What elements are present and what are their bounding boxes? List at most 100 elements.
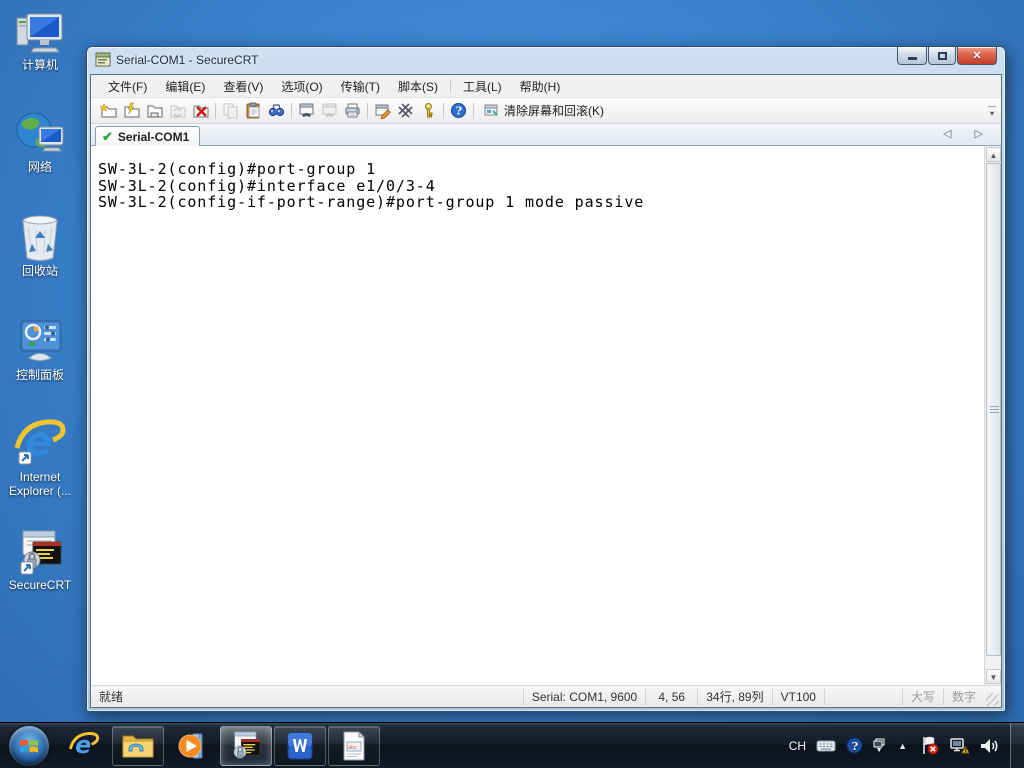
menu-options[interactable]: 选项(O) [272, 75, 331, 98]
internet-explorer-icon: e [2, 419, 78, 468]
securecrt-icon [233, 731, 261, 758]
show-hidden-icons-button[interactable]: ▲ [898, 741, 907, 751]
clear-screen-label: 清除屏幕和回滚(K) [504, 104, 604, 118]
scrollbar-thumb[interactable] [986, 163, 1001, 656]
status-spacer [823, 688, 902, 705]
window-title: Serial-COM1 - SecureCRT [116, 53, 259, 67]
taskbar-item-windows-explorer[interactable] [112, 725, 164, 766]
taskbar-item-internet-explorer[interactable]: e [58, 726, 110, 766]
vertical-scrollbar[interactable]: ▲ ▼ [984, 146, 1001, 685]
scrollbar-grip [990, 405, 999, 413]
taskbar-item-media-player[interactable] [166, 726, 218, 766]
status-num-lock: 数字 [942, 688, 984, 705]
start-button[interactable] [9, 725, 49, 766]
toolbar-separator [367, 102, 368, 119]
volume-icon[interactable] [979, 737, 999, 755]
find-icon[interactable] [265, 100, 288, 122]
menu-separator [449, 79, 451, 93]
terminal-line: SW-3L-2(config)#port-group 1 [98, 160, 377, 178]
copy-icon[interactable] [219, 100, 242, 122]
window-app-icon [95, 52, 111, 67]
menu-view[interactable]: 查看(V) [214, 75, 272, 98]
connected-check-icon: ✔ [102, 128, 113, 144]
connect-icon[interactable] [120, 100, 143, 122]
desktop-icon-label: 控制面板 [15, 368, 64, 382]
svg-text:abc: abc [348, 745, 357, 751]
recycle-bin-icon [2, 214, 78, 262]
menu-tools[interactable]: 工具(L) [454, 75, 511, 98]
ime-help-icon[interactable]: ? [846, 737, 863, 754]
terminal-line: SW-3L-2(config-if-port-range)#port-group… [98, 193, 645, 211]
taskbar-item-word[interactable] [274, 725, 326, 766]
disconnect-icon[interactable] [189, 100, 212, 122]
tab-label: Serial-COM1 [117, 129, 190, 144]
window-phone-icon[interactable] [295, 100, 318, 122]
status-caps-lock: 大写 [901, 688, 943, 705]
menu-transfer[interactable]: 传输(T) [332, 75, 389, 98]
media-player-icon [178, 733, 203, 758]
network-icon [2, 110, 78, 158]
terminal-area[interactable]: SW-3L-2(config)#port-group 1 SW-3L-2(conf… [91, 146, 1001, 685]
ime-options-icon[interactable]: ▼ [873, 738, 885, 754]
desktop-icon-label: SecureCRT [8, 578, 72, 592]
network-status-icon[interactable]: ! [949, 737, 969, 755]
global-options-icon[interactable] [394, 100, 417, 122]
action-center-flag-icon[interactable] [920, 736, 939, 755]
tab-bar: ✔ Serial-COM1 ◁ ▷ [91, 124, 1001, 146]
scroll-down-arrow[interactable]: ▼ [986, 669, 1001, 684]
window-phone-disabled-icon[interactable] [318, 100, 341, 122]
word-icon [287, 732, 313, 759]
clear-screen-icon [484, 104, 498, 116]
paste-icon[interactable] [242, 100, 265, 122]
desktop-icon-securecrt[interactable]: SecureCRT [2, 528, 78, 592]
status-rows-cols: 34行, 89列 [697, 688, 771, 705]
scroll-up-arrow[interactable]: ▲ [986, 147, 1001, 162]
keyboard-layout-icon[interactable] [816, 739, 836, 753]
status-cursor-position: 4, 56 [645, 688, 697, 705]
securecrt-icon [2, 528, 78, 576]
terminal-line: SW-3L-2(config)#interface e1/0/3-4 [98, 176, 436, 195]
desktop-icon-label: 回收站 [21, 264, 58, 278]
desktop-icon-internet-explorer[interactable]: e Internet Explorer (... [2, 419, 78, 498]
securecrt-window: Serial-COM1 - SecureCRT ✕ 文件(F) 编辑(E) 查看… [86, 46, 1006, 712]
show-desktop-button[interactable] [1010, 723, 1024, 768]
maximize-button[interactable] [928, 47, 956, 65]
clear-screen-button[interactable]: 清除屏幕和回滚(K) [477, 100, 610, 122]
status-serial: Serial: COM1, 9600 [522, 688, 645, 705]
help-icon[interactable]: ? [447, 100, 470, 122]
desktop-background: 计算机 网络 回收站 控制面板 e Internet Explorer (...… [0, 0, 1024, 768]
desktop-icon-network[interactable]: 网络 [2, 110, 78, 174]
printer-icon[interactable] [341, 100, 364, 122]
resize-grip[interactable] [986, 692, 999, 706]
reconnect-icon[interactable] [166, 100, 189, 122]
menu-help[interactable]: 帮助(H) [511, 75, 570, 98]
quick-connect-icon[interactable] [97, 100, 120, 122]
internet-explorer-icon: e [68, 731, 100, 759]
window-titlebar[interactable]: Serial-COM1 - SecureCRT ✕ [87, 47, 1005, 73]
window-body: 文件(F) 编辑(E) 查看(V) 选项(O) 传输(T) 脚本(S) 工具(L… [90, 74, 1002, 708]
status-ready: 就绪 [99, 689, 124, 704]
notepad-icon: abc [343, 730, 366, 760]
menu-bar: 文件(F) 编辑(E) 查看(V) 选项(O) 传输(T) 脚本(S) 工具(L… [91, 75, 1001, 98]
tab-serial-com1[interactable]: ✔ Serial-COM1 [95, 126, 201, 146]
windows-logo-icon [20, 739, 38, 753]
desktop-icon-computer[interactable]: 计算机 [2, 8, 78, 72]
close-button[interactable]: ✕ [957, 47, 997, 65]
minimize-button[interactable] [897, 47, 927, 65]
key-icon[interactable] [417, 100, 440, 122]
connect-in-tab-icon[interactable] [143, 100, 166, 122]
menu-script[interactable]: 脚本(S) [389, 75, 447, 98]
taskbar-item-notepad[interactable]: abc [328, 725, 380, 766]
menu-edit[interactable]: 编辑(E) [156, 75, 214, 98]
desktop-icon-control-panel[interactable]: 控制面板 [2, 318, 78, 382]
status-bar: 就绪 Serial: COM1, 9600 4, 56 34行, 89列 VT1… [91, 685, 1001, 707]
menu-file[interactable]: 文件(F) [99, 75, 156, 98]
session-options-icon[interactable] [371, 100, 394, 122]
toolbar-overflow-chevron[interactable]: — ▾ [986, 103, 998, 118]
taskbar-item-securecrt[interactable] [220, 725, 272, 766]
tab-scroll-arrows[interactable]: ◁ ▷ [943, 127, 993, 140]
language-indicator[interactable]: CH [789, 739, 806, 753]
desktop-icon-label: 计算机 [21, 58, 58, 72]
svg-text:?: ? [456, 105, 462, 118]
desktop-icon-recycle-bin[interactable]: 回收站 [2, 214, 78, 278]
